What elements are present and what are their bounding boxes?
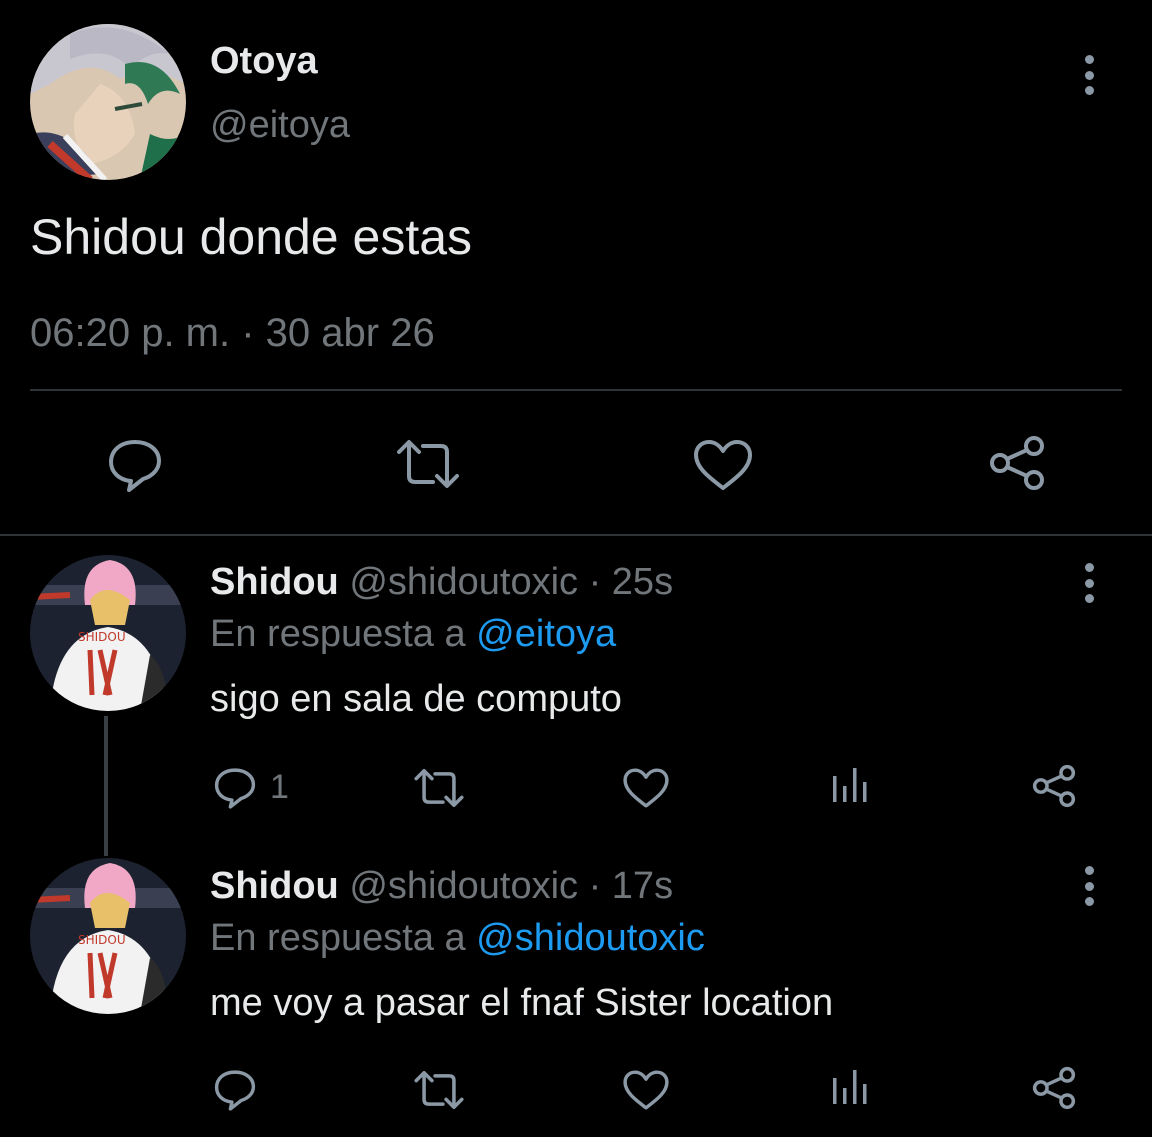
display-name[interactable]: Shidou: [210, 865, 339, 907]
separator: ·: [578, 561, 612, 603]
tweet-text: me voy a pasar el fnaf Sister location: [210, 982, 834, 1024]
more-options-icon[interactable]: [1083, 55, 1095, 95]
retweet-icon[interactable]: [395, 436, 461, 492]
retweet-icon[interactable]: [413, 766, 465, 810]
handle[interactable]: @shidoutoxic: [349, 865, 578, 907]
reply-header: Shidou @shidoutoxic · 17s: [210, 865, 673, 908]
section-divider: [0, 534, 1152, 536]
more-options-icon[interactable]: [1083, 866, 1095, 906]
reply-context: En respuesta a @shidoutoxic: [210, 917, 705, 960]
avatar[interactable]: [30, 24, 186, 180]
handle[interactable]: @shidoutoxic: [349, 561, 578, 603]
reply-icon[interactable]: [105, 434, 165, 494]
divider: [30, 389, 1122, 391]
retweet-icon[interactable]: [413, 1068, 465, 1112]
reply-prefix: En respuesta a: [210, 613, 477, 655]
analytics-icon[interactable]: [830, 764, 870, 804]
separator: ·: [578, 865, 612, 907]
avatar-lettering: SHIDOU: [78, 933, 126, 947]
like-icon[interactable]: [692, 438, 754, 492]
share-icon[interactable]: [1030, 762, 1078, 810]
display-name[interactable]: Otoya: [210, 40, 318, 83]
analytics-icon[interactable]: [830, 1066, 870, 1106]
tweet-text: sigo en sala de computo: [210, 678, 622, 720]
handle[interactable]: @eitoya: [210, 104, 350, 147]
mention-link[interactable]: @shidoutoxic: [476, 917, 705, 959]
tweet-text: Shidou donde estas: [30, 209, 473, 265]
avatar[interactable]: SHIDOU: [30, 858, 186, 1014]
avatar[interactable]: SHIDOU: [30, 555, 186, 711]
reply-count: 1: [270, 767, 289, 806]
reply-prefix: En respuesta a: [210, 917, 477, 959]
avatar-lettering: SHIDOU: [78, 630, 126, 644]
relative-time[interactable]: 17s: [612, 865, 673, 907]
like-icon[interactable]: [622, 767, 670, 809]
relative-time[interactable]: 25s: [612, 561, 673, 603]
reply-icon[interactable]: [212, 1066, 258, 1112]
share-icon[interactable]: [986, 432, 1048, 494]
reply-icon[interactable]: 1: [212, 764, 289, 810]
display-name[interactable]: Shidou: [210, 561, 339, 603]
mention-link[interactable]: @eitoya: [476, 613, 616, 655]
like-icon[interactable]: [622, 1069, 670, 1111]
timestamp: 06:20 p. m. · 30 abr 26: [30, 311, 435, 355]
reply-context: En respuesta a @eitoya: [210, 613, 616, 656]
thread-line: [104, 716, 108, 856]
more-options-icon[interactable]: [1083, 563, 1095, 603]
share-icon[interactable]: [1030, 1064, 1078, 1112]
reply-header: Shidou @shidoutoxic · 25s: [210, 561, 673, 604]
